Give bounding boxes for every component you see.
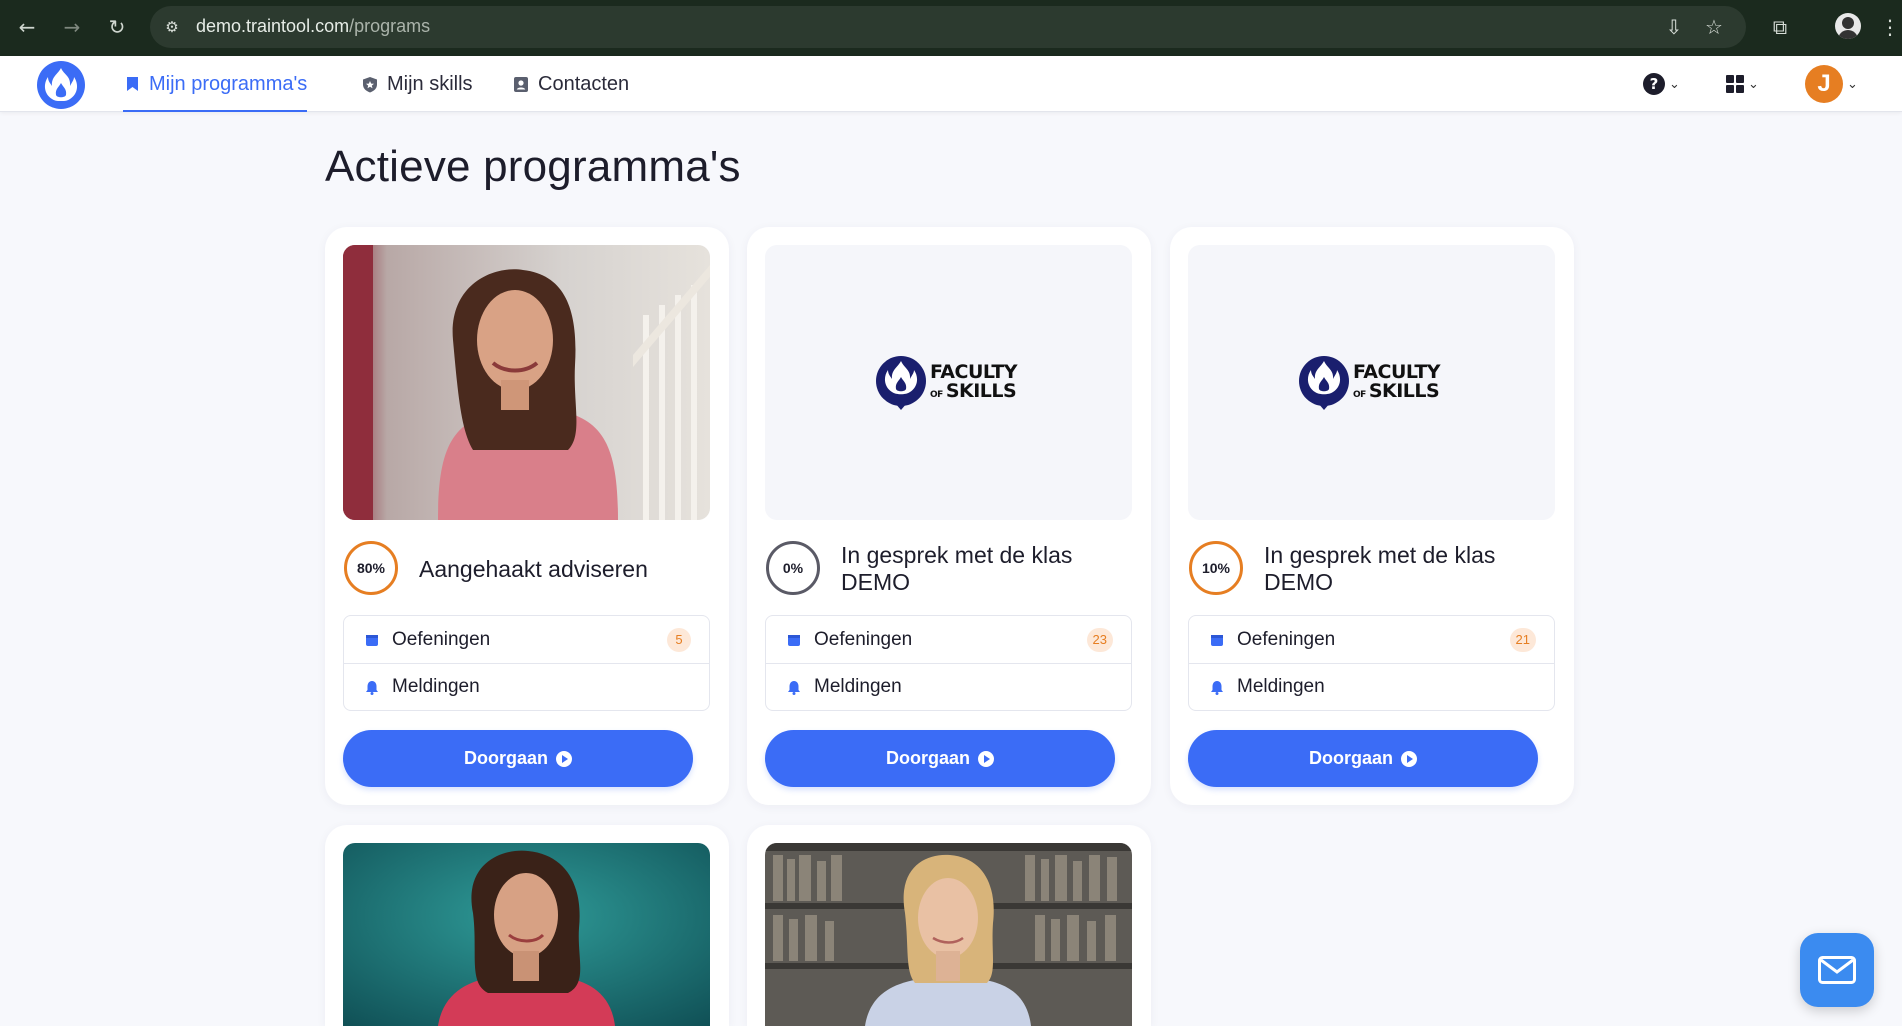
progress-label: 80%	[356, 560, 386, 576]
progress-ring: 80%	[343, 540, 399, 596]
logo-word-of: OF	[930, 390, 943, 400]
reload-icon[interactable]: ↻	[102, 12, 132, 42]
url-path: /programs	[349, 16, 431, 36]
avatar: J	[1805, 65, 1843, 103]
help-icon: ?	[1643, 73, 1665, 95]
exercises-row[interactable]: Oefeningen 21	[1189, 616, 1554, 663]
contact-support-button[interactable]	[1800, 933, 1874, 1007]
apps-grid-icon	[1726, 75, 1744, 93]
back-arrow-icon[interactable]: ←	[12, 12, 42, 42]
tab-label: Mijn skills	[387, 72, 473, 95]
browser-menu-icon[interactable]: ⋮	[1880, 12, 1900, 42]
logo-word-skills: SKILLS	[1368, 380, 1440, 402]
program-thumbnail[interactable]	[343, 843, 710, 1026]
chevron-down-icon: ⌄	[1847, 76, 1858, 92]
exercises-count-badge: 21	[1509, 628, 1536, 652]
tab-label: Contacten	[538, 72, 630, 95]
program-title: In gesprek met de klas DEMO	[1264, 542, 1496, 595]
program-thumbnail[interactable]: FACULTY OF SKILLS	[1188, 245, 1555, 520]
url-host: demo.traintool.com	[196, 16, 350, 36]
address-bar[interactable]: ⚙ demo.traintool.com/programs ⇩ ☆	[150, 6, 1746, 48]
continue-button-label: Doorgaan	[1308, 748, 1393, 768]
progress-ring: 10%	[1188, 540, 1244, 596]
notifications-label: Meldingen	[814, 676, 902, 697]
chevron-down-icon: ⌄	[1748, 76, 1759, 92]
program-card	[325, 825, 729, 1026]
play-circle-icon	[1401, 750, 1417, 767]
calendar-icon	[786, 632, 802, 648]
apps-menu-button[interactable]: ⌄	[1726, 72, 1759, 96]
exercises-label: Oefeningen	[392, 628, 491, 650]
continue-button[interactable]: Doorgaan	[343, 730, 693, 787]
notifications-row[interactable]: Meldingen	[1189, 663, 1554, 710]
envelope-icon	[1818, 956, 1856, 984]
user-menu-button[interactable]: J ⌄	[1805, 65, 1858, 103]
continue-button[interactable]: Doorgaan	[765, 730, 1115, 787]
app-header: Mijn programma's Mijn skills Contacten ?…	[0, 56, 1902, 112]
traintool-logo[interactable]	[37, 61, 85, 109]
program-details-list: Oefeningen 23 Meldingen	[765, 615, 1132, 711]
program-thumbnail[interactable]: FACULTY OF SKILLS	[765, 245, 1132, 520]
calendar-icon	[1209, 632, 1225, 648]
tab-contacten[interactable]: Contacten	[512, 56, 629, 112]
program-details-list: Oefeningen 5 Meldingen	[343, 615, 710, 711]
address-url[interactable]: demo.traintool.com/programs	[196, 16, 430, 37]
page-title: Actieve programma's	[325, 142, 741, 191]
notifications-label: Meldingen	[1237, 676, 1325, 697]
bell-icon	[364, 679, 380, 695]
program-thumbnail[interactable]	[343, 245, 710, 520]
faculty-of-skills-logo: FACULTY OF SKILLS	[1298, 353, 1448, 413]
program-card: FACULTY OF SKILLS 10% In gesprek met de k…	[1170, 227, 1574, 805]
play-circle-icon	[556, 750, 572, 767]
continue-button-label: Doorgaan	[885, 748, 970, 768]
shield-star-icon	[361, 75, 379, 93]
exercises-row[interactable]: Oefeningen 5	[344, 616, 709, 663]
faculty-of-skills-logo: FACULTY OF SKILLS	[875, 353, 1025, 413]
exercises-label: Oefeningen	[814, 628, 913, 650]
program-title: Aangehaakt adviseren	[419, 555, 648, 582]
extensions-icon[interactable]: ⧉	[1766, 13, 1794, 41]
contacts-icon	[512, 75, 530, 93]
program-details-list: Oefeningen 21 Meldingen	[1188, 615, 1555, 711]
bookmark-icon	[123, 75, 141, 93]
tab-mijn-programmas[interactable]: Mijn programma's	[123, 56, 308, 112]
progress-ring: 0%	[765, 540, 821, 596]
exercises-count-badge: 5	[667, 628, 691, 652]
logo-word-of: OF	[1353, 390, 1366, 400]
browser-profile-avatar[interactable]	[1835, 13, 1861, 39]
program-card: 80% Aangehaakt adviseren Oefeningen 5 Me…	[325, 227, 729, 805]
program-card: FACULTY OF SKILLS 0% In gesprek met de kl…	[747, 227, 1151, 805]
bell-icon	[1209, 679, 1225, 695]
play-circle-icon	[978, 750, 994, 767]
site-settings-icon[interactable]: ⚙	[162, 17, 182, 37]
exercises-row[interactable]: Oefeningen 23	[766, 616, 1131, 663]
program-title: In gesprek met de klas DEMO	[841, 542, 1073, 595]
notifications-row[interactable]: Meldingen	[766, 663, 1131, 710]
notifications-label: Meldingen	[392, 676, 480, 697]
help-menu-button[interactable]: ? ⌄	[1643, 72, 1680, 96]
continue-button[interactable]: Doorgaan	[1188, 730, 1538, 787]
forward-arrow-icon[interactable]: →	[57, 12, 87, 42]
bookmark-star-icon[interactable]: ☆	[1700, 13, 1728, 41]
progress-label: 0%	[782, 560, 804, 576]
logo-word-skills: SKILLS	[945, 380, 1017, 402]
progress-label: 10%	[1201, 560, 1231, 576]
continue-button-label: Doorgaan	[463, 748, 548, 768]
chevron-down-icon: ⌄	[1669, 76, 1680, 92]
bell-icon	[786, 679, 802, 695]
exercises-count-badge: 23	[1086, 628, 1113, 652]
notifications-row[interactable]: Meldingen	[344, 663, 709, 710]
browser-toolbar: ← → ↻ ⚙ demo.traintool.com/programs ⇩ ☆ …	[0, 0, 1902, 56]
exercises-label: Oefeningen	[1237, 628, 1336, 650]
tab-mijn-skills[interactable]: Mijn skills	[361, 56, 473, 112]
install-app-icon[interactable]: ⇩	[1660, 13, 1688, 41]
program-thumbnail[interactable]	[765, 843, 1132, 1026]
tab-label: Mijn programma's	[149, 72, 308, 95]
calendar-icon	[364, 632, 380, 648]
program-card	[747, 825, 1151, 1026]
